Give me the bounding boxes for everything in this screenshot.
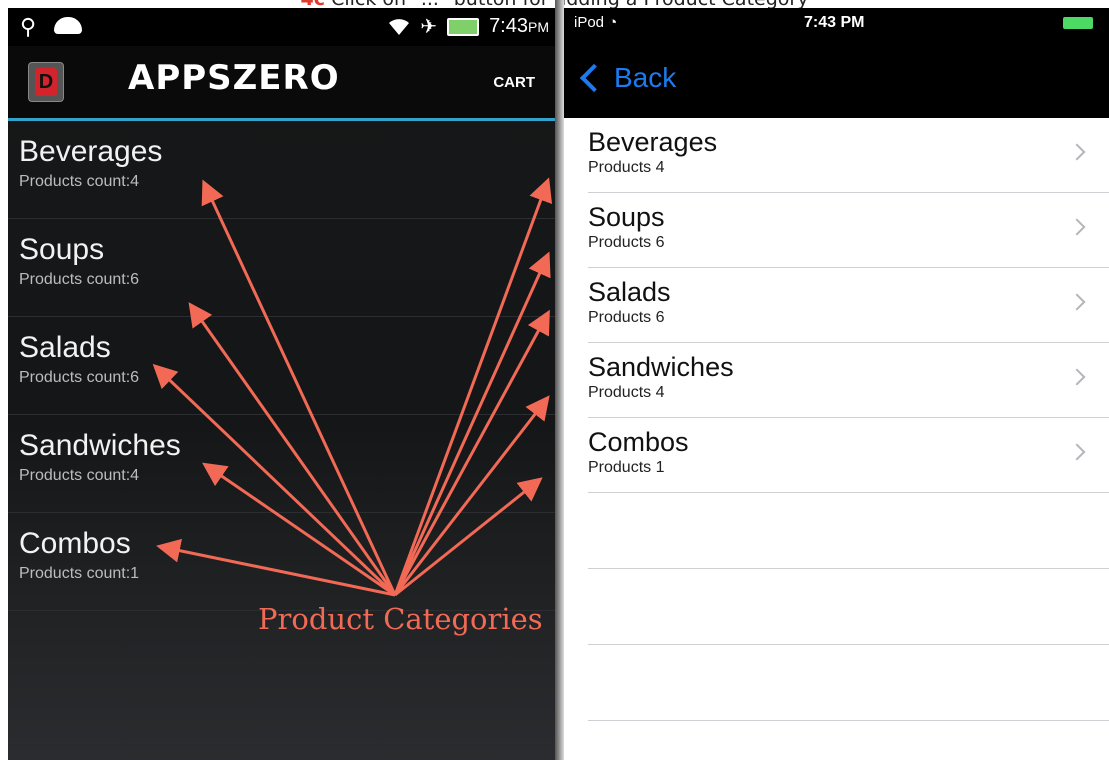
ios-category-row[interactable]: Salads Products 6 xyxy=(588,268,1109,343)
battery-icon xyxy=(447,17,480,36)
category-count: Products count:4 xyxy=(19,173,140,190)
category-count: Products 6 xyxy=(588,309,665,326)
ios-status-bar: iPod ◔ 7:43 PM xyxy=(564,8,1109,38)
ios-category-row[interactable]: Beverages Products 4 xyxy=(588,118,1109,193)
ios-carrier: iPod ◔ xyxy=(574,14,618,31)
category-count: Products 1 xyxy=(588,459,665,476)
category-count: Products count:4 xyxy=(19,467,140,484)
battery-icon xyxy=(1063,17,1093,29)
android-status-bar: ⚲ ✈ 7:43PM xyxy=(8,8,555,46)
app-logo-icon[interactable]: D xyxy=(28,62,64,102)
android-debug-icon xyxy=(54,17,82,34)
android-action-bar: D APPSZERO CART xyxy=(8,46,555,121)
wifi-icon xyxy=(389,18,410,35)
cart-button[interactable]: CART xyxy=(493,74,535,91)
empty-row xyxy=(588,645,1109,721)
empty-row xyxy=(588,569,1109,645)
category-count: Products 4 xyxy=(588,159,665,176)
android-category-row[interactable]: Soups Products count:6 xyxy=(8,219,555,317)
category-count: Products count:1 xyxy=(19,565,140,582)
category-name: Soups xyxy=(19,233,105,266)
back-label: Back xyxy=(614,62,677,93)
category-name: Sandwiches xyxy=(19,429,181,462)
category-name: Sandwiches xyxy=(588,352,734,382)
empty-row xyxy=(588,493,1109,569)
ios-category-list: Beverages Products 4 Soups Products 6 Sa… xyxy=(564,118,1109,721)
category-count: Products count:6 xyxy=(19,271,140,288)
category-count: Products 4 xyxy=(588,384,665,401)
airplane-icon: ✈ xyxy=(420,16,438,38)
android-category-list: Beverages Products count:4 Soups Product… xyxy=(8,121,555,611)
category-name: Salads xyxy=(19,331,111,364)
back-button[interactable]: Back xyxy=(576,62,676,94)
ios-screen: iPod ◔ 7:43 PM Back Beverages Products 4… xyxy=(564,8,1109,760)
android-category-row[interactable]: Combos Products count:1 xyxy=(8,513,555,611)
chevron-left-icon xyxy=(579,63,609,93)
app-title: APPSZERO xyxy=(128,58,340,98)
android-category-row[interactable]: Sandwiches Products count:4 xyxy=(8,415,555,513)
category-name: Combos xyxy=(588,427,689,457)
category-count: Products count:6 xyxy=(19,369,140,386)
ios-clock: 7:43 PM xyxy=(804,14,865,31)
category-name: Combos xyxy=(19,527,131,560)
category-count: Products 6 xyxy=(588,234,665,251)
category-name: Salads xyxy=(588,277,671,307)
panel-divider xyxy=(555,0,564,760)
wifi-icon: ◔ xyxy=(608,14,618,31)
usb-icon: ⚲ xyxy=(20,14,37,39)
annotation-label: Product Categories xyxy=(258,602,543,636)
ios-category-row[interactable]: Combos Products 1 xyxy=(588,418,1109,493)
category-name: Beverages xyxy=(19,135,163,168)
android-category-row[interactable]: Beverages Products count:4 xyxy=(8,121,555,219)
android-clock: 7:43PM xyxy=(489,15,549,37)
ios-category-row[interactable]: Sandwiches Products 4 xyxy=(588,343,1109,418)
category-name: Soups xyxy=(588,202,665,232)
category-name: Beverages xyxy=(588,127,718,157)
android-screen: ⚲ ✈ 7:43PM D APPSZERO CART Beverages Pro… xyxy=(8,8,555,760)
android-category-row[interactable]: Salads Products count:6 xyxy=(8,317,555,415)
ios-nav-bar: Back xyxy=(564,38,1109,118)
ios-category-row[interactable]: Soups Products 6 xyxy=(588,193,1109,268)
